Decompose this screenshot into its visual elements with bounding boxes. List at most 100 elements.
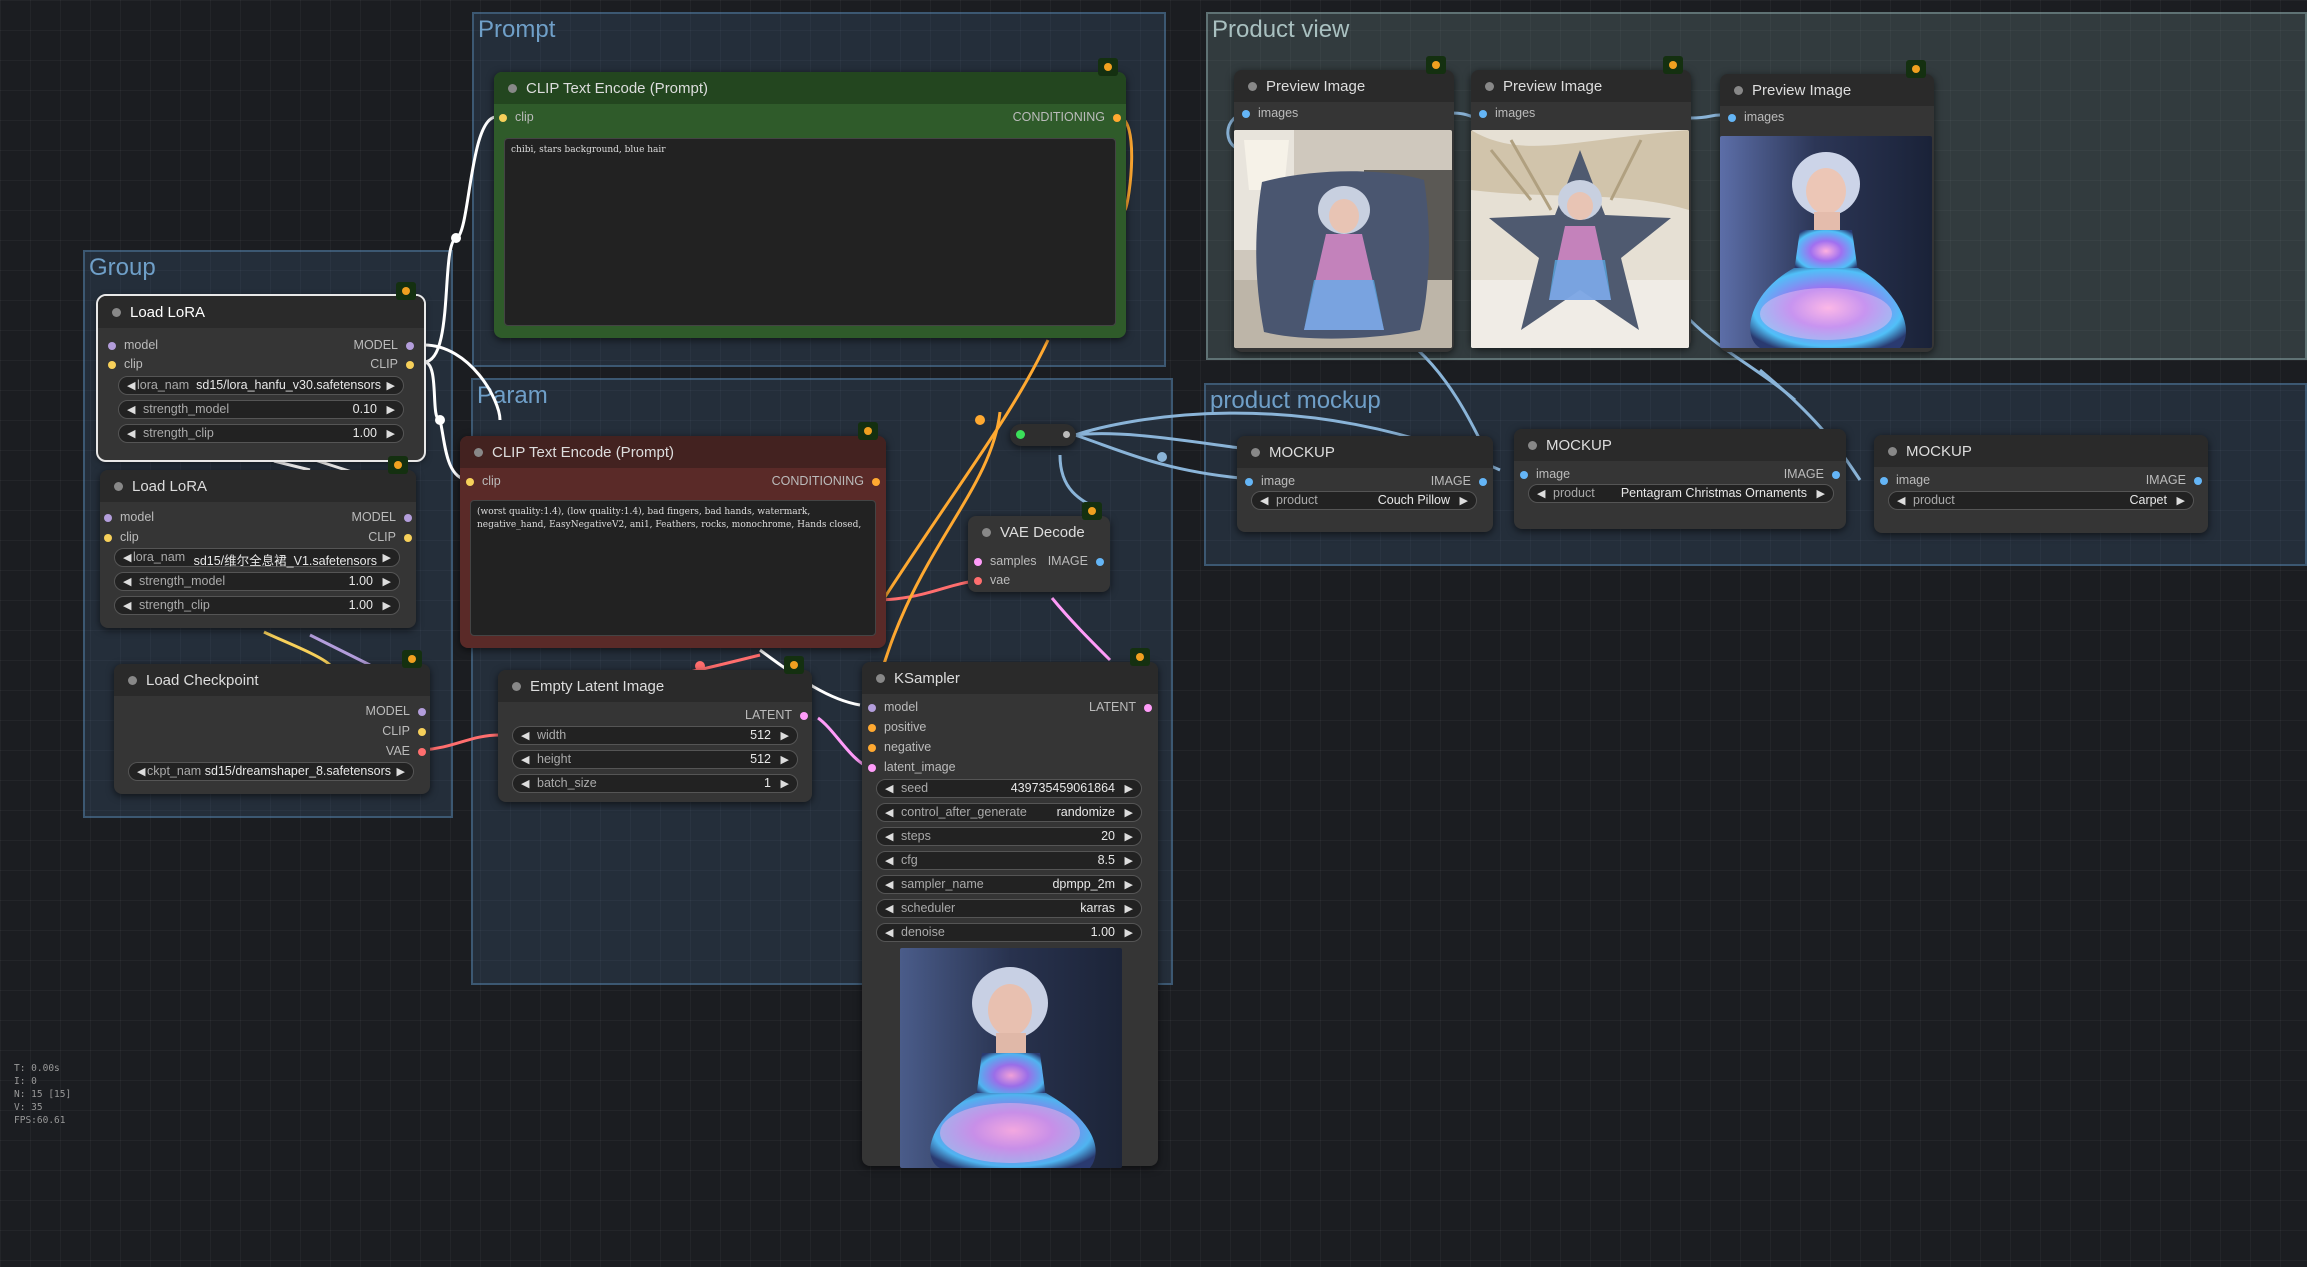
input-clip[interactable]: clip — [104, 530, 139, 544]
ksampler-node[interactable]: KSampler model positive negative latent_… — [862, 648, 1158, 1168]
output-model[interactable]: MODEL — [352, 510, 412, 524]
input-images[interactable]: images — [1242, 106, 1298, 120]
image-pin-icon[interactable] — [1242, 110, 1250, 118]
arrow-left-icon[interactable]: ◀ — [123, 599, 131, 612]
image-pin-icon[interactable] — [1096, 558, 1104, 566]
clip-pin-icon[interactable] — [466, 478, 474, 486]
output-model[interactable]: MODEL — [366, 704, 426, 718]
input-images[interactable]: images — [1728, 110, 1784, 124]
model-pin-icon[interactable] — [108, 342, 116, 350]
output-latent[interactable]: LATENT — [1089, 700, 1152, 714]
arrow-left-icon[interactable]: ◀ — [137, 765, 145, 778]
node-title-bar[interactable]: CLIP Text Encode (Prompt) — [494, 72, 1126, 104]
arrow-right-icon[interactable]: ▶ — [781, 729, 789, 742]
arrow-left-icon[interactable]: ◀ — [885, 902, 893, 915]
node-title-bar[interactable]: KSampler — [862, 662, 1158, 694]
node-title-bar[interactable]: Load Checkpoint — [114, 664, 430, 696]
arrow-right-icon[interactable]: ▶ — [1125, 854, 1133, 867]
arrow-left-icon[interactable]: ◀ — [1537, 487, 1545, 500]
input-model[interactable]: model — [108, 338, 158, 352]
input-image[interactable]: image — [1880, 473, 1930, 487]
arrow-left-icon[interactable]: ◀ — [127, 403, 135, 416]
node-collapse-dot[interactable] — [474, 448, 483, 457]
image-pin-icon[interactable] — [1880, 477, 1888, 485]
control-after-generate-combo[interactable]: ◀ control_after_generate randomize ▶ — [876, 803, 1142, 822]
arrow-left-icon[interactable]: ◀ — [885, 830, 893, 843]
node-title-bar[interactable]: CLIP Text Encode (Prompt) — [460, 436, 886, 468]
output-image[interactable]: IMAGE — [1048, 554, 1104, 568]
node-collapse-dot[interactable] — [1248, 82, 1257, 91]
image-pin-icon[interactable] — [1245, 478, 1253, 486]
reroute-node[interactable] — [1010, 424, 1076, 446]
ckpt-name-combo[interactable]: ◀ ckpt_nam sd15/dreamshaper_8.safetensor… — [128, 762, 414, 781]
model-pin-icon[interactable] — [104, 514, 112, 522]
clip-pin-icon[interactable] — [418, 728, 426, 736]
mockup-node-3[interactable]: MOCKUP image IMAGE ◀ product Carpet ▶ — [1874, 435, 2208, 533]
node-title-bar[interactable]: MOCKUP — [1237, 436, 1493, 468]
clip-text-encode-negative-node[interactable]: CLIP Text Encode (Prompt) clip CONDITION… — [460, 422, 886, 648]
model-pin-icon[interactable] — [406, 342, 414, 350]
arrow-right-icon[interactable]: ▶ — [387, 403, 395, 416]
output-clip[interactable]: CLIP — [368, 530, 412, 544]
arrow-right-icon[interactable]: ▶ — [1125, 902, 1133, 915]
output-latent[interactable]: LATENT — [745, 708, 808, 722]
strength-clip-slider[interactable]: ◀ strength_clip 1.00 ▶ — [114, 596, 400, 615]
model-pin-icon[interactable] — [868, 704, 876, 712]
node-collapse-dot[interactable] — [1485, 82, 1494, 91]
arrow-left-icon[interactable]: ◀ — [1260, 494, 1268, 507]
node-collapse-dot[interactable] — [508, 84, 517, 93]
seed-number[interactable]: ◀ seed 439735459061864 ▶ — [876, 779, 1142, 798]
input-negative[interactable]: negative — [868, 740, 931, 754]
lora-name-combo[interactable]: ◀ lora_nam sd15/lora_hanfu_v30.safetenso… — [118, 376, 404, 395]
steps-number[interactable]: ◀ steps 20 ▶ — [876, 827, 1142, 846]
arrow-right-icon[interactable]: ▶ — [1817, 487, 1825, 500]
vae-pin-icon[interactable] — [974, 577, 982, 585]
arrow-left-icon[interactable]: ◀ — [127, 427, 135, 440]
input-image[interactable]: image — [1520, 467, 1570, 481]
output-image[interactable]: IMAGE — [2146, 473, 2202, 487]
arrow-left-icon[interactable]: ◀ — [885, 806, 893, 819]
arrow-right-icon[interactable]: ▶ — [383, 599, 391, 612]
output-clip[interactable]: CLIP — [370, 357, 414, 371]
clip-pin-icon[interactable] — [108, 361, 116, 369]
node-collapse-dot[interactable] — [1734, 86, 1743, 95]
load-lora-node-1[interactable]: Load LoRA model clip MODEL CLIP ◀ lora_n… — [96, 282, 426, 462]
strength-model-slider[interactable]: ◀ strength_model 1.00 ▶ — [114, 572, 400, 591]
latent-pin-icon[interactable] — [1144, 704, 1152, 712]
conditioning-pin-icon[interactable] — [868, 744, 876, 752]
clip-pin-icon[interactable] — [499, 114, 507, 122]
arrow-right-icon[interactable]: ▶ — [1460, 494, 1468, 507]
arrow-left-icon[interactable]: ◀ — [521, 777, 529, 790]
node-collapse-dot[interactable] — [876, 674, 885, 683]
lora-name-combo[interactable]: ◀ lora_nam sd15/维尔全息裙_V1.safetensors ▶ — [114, 548, 400, 568]
arrow-left-icon[interactable]: ◀ — [885, 878, 893, 891]
node-title-bar[interactable]: MOCKUP — [1514, 429, 1846, 461]
image-pin-icon[interactable] — [1520, 471, 1528, 479]
load-lora-node-2[interactable]: Load LoRA model clip MODEL CLIP ◀ lora_n… — [100, 456, 416, 628]
arrow-right-icon[interactable]: ▶ — [1125, 926, 1133, 939]
denoise-number[interactable]: ◀ denoise 1.00 ▶ — [876, 923, 1142, 942]
output-vae[interactable]: VAE — [386, 744, 426, 758]
latent-pin-icon[interactable] — [800, 712, 808, 720]
node-collapse-dot[interactable] — [982, 528, 991, 537]
reroute-out-pin[interactable] — [1063, 431, 1070, 438]
empty-latent-image-node[interactable]: Empty Latent Image LATENT ◀ width 512 ▶ … — [498, 656, 812, 802]
latent-pin-icon[interactable] — [974, 558, 982, 566]
input-clip[interactable]: clip — [499, 110, 534, 124]
vae-pin-icon[interactable] — [418, 748, 426, 756]
clip-pin-icon[interactable] — [404, 534, 412, 542]
strength-clip-slider[interactable]: ◀ strength_clip 1.00 ▶ — [118, 424, 404, 443]
strength-model-slider[interactable]: ◀ strength_model 0.10 ▶ — [118, 400, 404, 419]
output-image[interactable]: IMAGE — [1431, 474, 1487, 488]
arrow-right-icon[interactable]: ▶ — [397, 765, 405, 778]
input-image[interactable]: image — [1245, 474, 1295, 488]
model-pin-icon[interactable] — [418, 708, 426, 716]
preview-image-node-2[interactable]: Preview Image images — [1471, 56, 1691, 348]
clip-text-encode-positive-node[interactable]: CLIP Text Encode (Prompt) clip CONDITION… — [494, 58, 1126, 338]
latent-pin-icon[interactable] — [868, 764, 876, 772]
image-pin-icon[interactable] — [1832, 471, 1840, 479]
output-image[interactable]: IMAGE — [1784, 467, 1840, 481]
arrow-right-icon[interactable]: ▶ — [1125, 830, 1133, 843]
batch-size-number[interactable]: ◀ batch_size 1 ▶ — [512, 774, 798, 793]
arrow-left-icon[interactable]: ◀ — [127, 379, 135, 392]
